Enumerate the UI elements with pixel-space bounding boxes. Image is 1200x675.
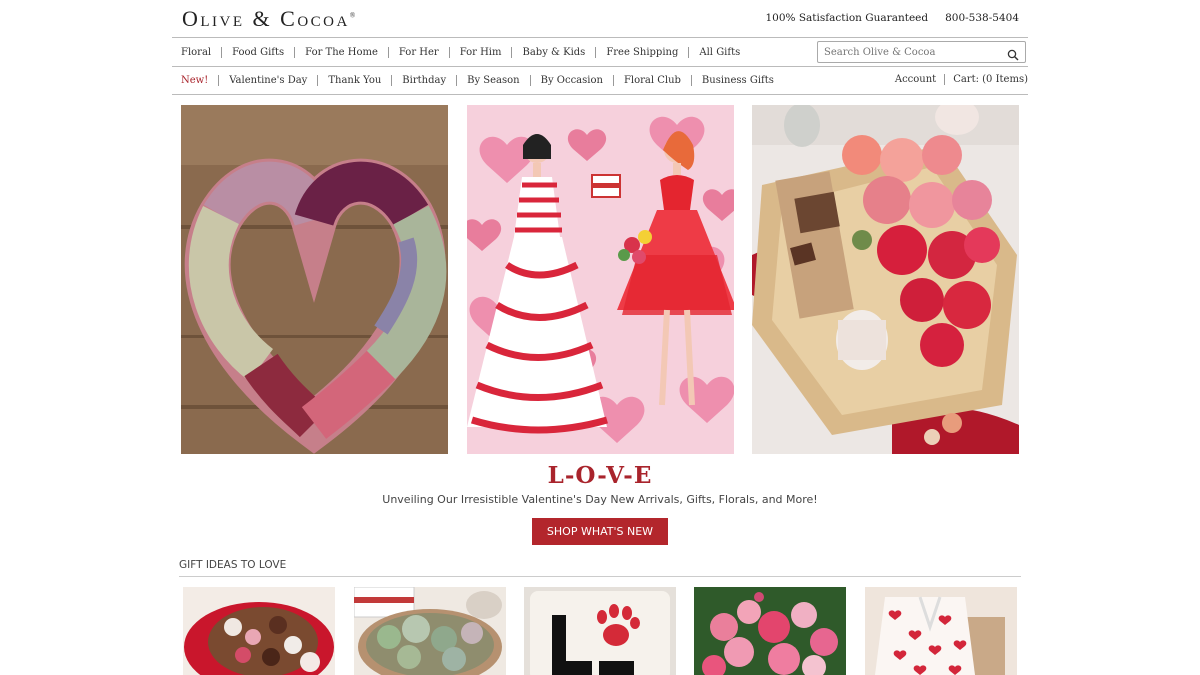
brand-logo[interactable]: Olive & Cocoa®	[182, 6, 358, 32]
search-input[interactable]	[824, 46, 1007, 58]
section-divider	[179, 576, 1021, 577]
search-box[interactable]	[817, 41, 1026, 63]
nav-for-the-home[interactable]: For The Home	[305, 47, 378, 58]
hero-image-illustration[interactable]	[467, 105, 734, 454]
gift-tile-succulents[interactable]	[354, 587, 506, 675]
nav-baby-kids[interactable]: Baby & Kids	[522, 47, 585, 58]
nav-by-season[interactable]: By Season	[467, 75, 520, 86]
nav-for-her[interactable]: For Her	[399, 47, 439, 58]
gift-ideas-heading: GIFT IDEAS TO LOVE	[179, 559, 287, 571]
hero-title: L-O-V-E	[547, 462, 653, 489]
gift-tile-pawprint-pillow[interactable]	[524, 587, 676, 675]
site-header: Olive & Cocoa® 100% Satisfaction Guarant…	[172, 0, 1028, 37]
account-link[interactable]: Account	[895, 74, 936, 85]
nav-floral[interactable]: Floral	[181, 47, 211, 58]
secondary-nav: New! Valentine's Day Thank You Birthday …	[172, 67, 1028, 95]
gift-tile-heart-pajamas[interactable]	[865, 587, 1017, 675]
gift-tile-pink-bouquet[interactable]	[694, 587, 846, 675]
nav-birthday[interactable]: Birthday	[402, 75, 446, 86]
gift-tile-chocolate-pretzels[interactable]	[183, 587, 335, 675]
cart-link[interactable]: Cart: (0 Items)	[953, 74, 1028, 85]
nav-business-gifts[interactable]: Business Gifts	[702, 75, 774, 86]
nav-for-him[interactable]: For Him	[460, 47, 502, 58]
nav-free-shipping[interactable]: Free Shipping	[606, 47, 678, 58]
nav-floral-club[interactable]: Floral Club	[624, 75, 681, 86]
phone-number[interactable]: 800-538-5404	[945, 12, 1019, 24]
nav-valentines-day[interactable]: Valentine's Day	[229, 75, 307, 86]
primary-nav: Floral Food Gifts For The Home For Her F…	[172, 37, 1028, 67]
header-info: 100% Satisfaction Guaranteed 800-538-540…	[765, 12, 1019, 24]
hero-image-gift-box[interactable]	[752, 105, 1019, 454]
nav-thank-you[interactable]: Thank You	[328, 75, 381, 86]
search-icon[interactable]	[1007, 46, 1019, 61]
satisfaction-guarantee[interactable]: 100% Satisfaction Guaranteed	[765, 12, 928, 24]
nav-new[interactable]: New!	[181, 75, 208, 86]
hero-image-heart-wreath[interactable]	[181, 105, 448, 454]
nav-food-gifts[interactable]: Food Gifts	[232, 47, 284, 58]
nav-all-gifts[interactable]: All Gifts	[699, 47, 740, 58]
shop-whats-new-button[interactable]: SHOP WHAT'S NEW	[532, 518, 668, 545]
hero-subtitle: Unveiling Our Irresistible Valentine's D…	[382, 493, 818, 506]
nav-by-occasion[interactable]: By Occasion	[541, 75, 603, 86]
account-links: Account Cart: (0 Items)	[895, 74, 1028, 85]
